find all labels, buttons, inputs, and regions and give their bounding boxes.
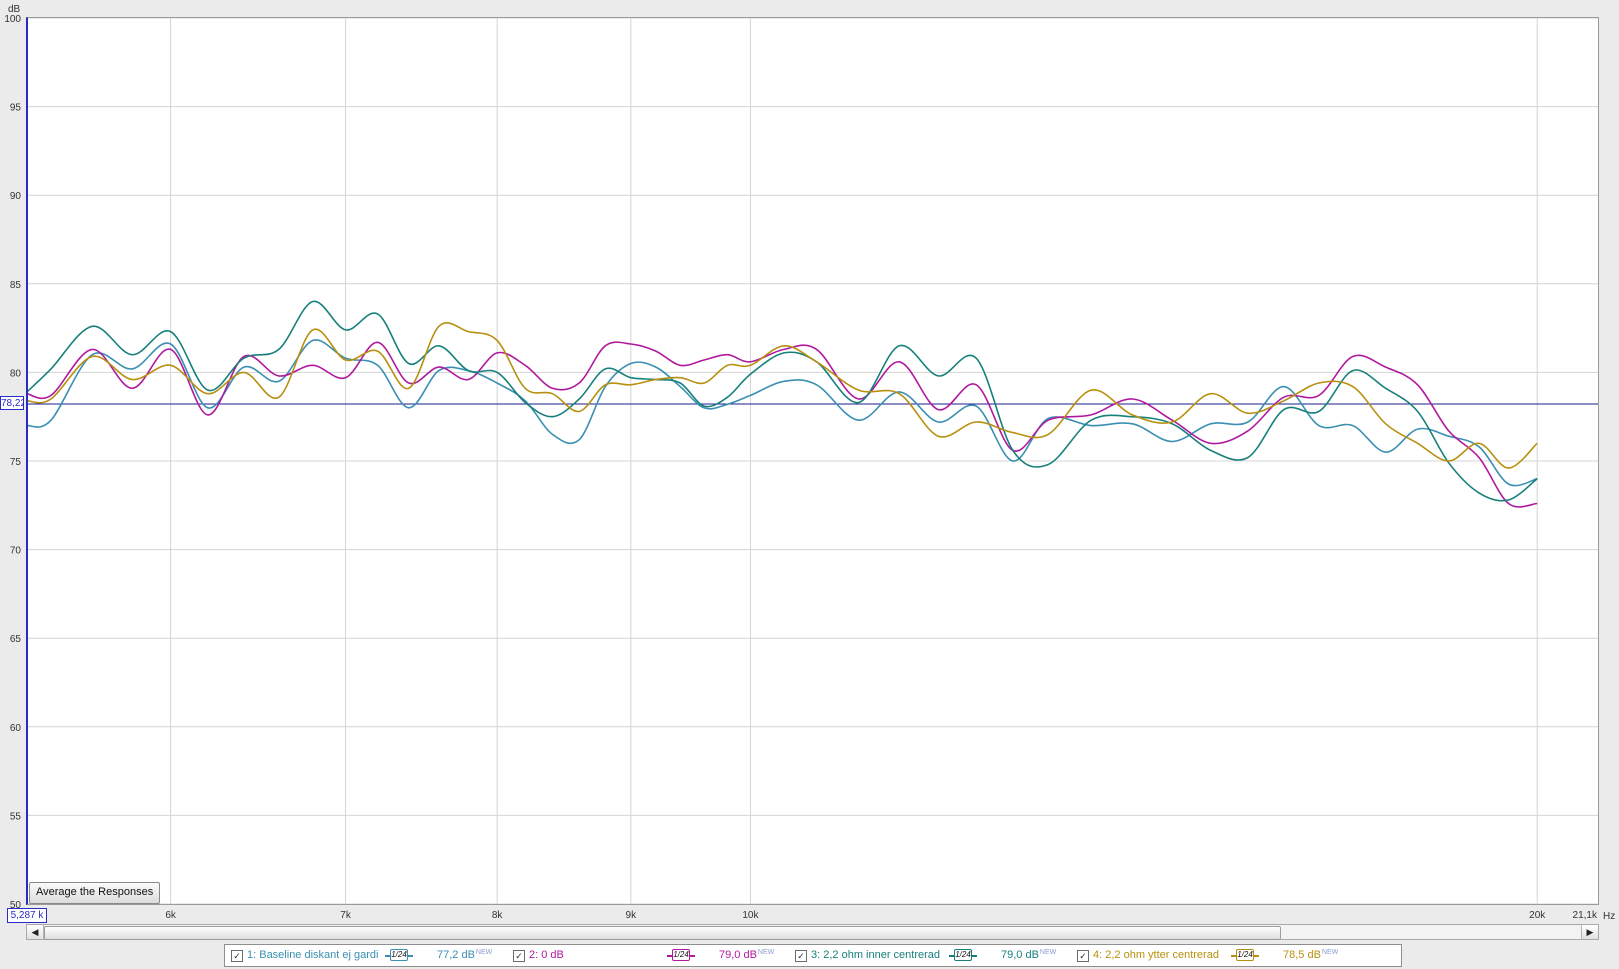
legend-new-tag: NEW — [1321, 949, 1339, 956]
smoothing-label: 1/24 — [390, 949, 408, 961]
x-tick-label: 8k — [492, 910, 504, 921]
x-axis-unit-label: Hz — [1603, 911, 1615, 922]
smoothing-label: 1/24 — [672, 949, 690, 961]
x-tick-label: 6k — [165, 910, 177, 921]
measurement-legend: ✓ 1: Baseline diskant ej gardi 1/24 77,2… — [224, 944, 1402, 967]
x-tick-label: 7k — [340, 910, 352, 921]
legend-new-tag: NEW — [475, 949, 493, 956]
legend-item[interactable]: ✓ 3: 2,2 ohm inner centrerad 1/24 79,0 d… — [789, 945, 1079, 966]
legend-checkbox[interactable]: ✓ — [1077, 950, 1089, 962]
y-tick-label: 85 — [10, 280, 22, 291]
y-tick-label: 95 — [10, 103, 22, 114]
legend-level-value: 79,0 dB — [1001, 949, 1039, 961]
y-tick-label: 75 — [10, 457, 22, 468]
smoothing-icon[interactable]: 1/24 — [949, 949, 977, 961]
y-tick-label: 65 — [10, 634, 22, 645]
x-tick-label: 21,1k — [1573, 910, 1598, 921]
legend-item[interactable]: ✓ 4: 2,2 ohm ytter centrerad 1/24 78,5 d… — [1071, 945, 1361, 966]
smoothing-label: 1/24 — [1236, 949, 1254, 961]
legend-level-value: 79,0 dB — [719, 949, 757, 961]
legend-level: 77,2 dBNEW — [437, 949, 492, 961]
smoothing-icon[interactable]: 1/24 — [667, 949, 695, 961]
legend-name: 1: Baseline diskant ej gardi — [247, 949, 379, 961]
y-tick-label: 70 — [10, 546, 22, 557]
y-tick-label: 80 — [10, 368, 22, 379]
legend-level-value: 77,2 dB — [437, 949, 475, 961]
legend-level: 79,0 dBNEW — [1001, 949, 1056, 961]
legend-item[interactable]: ✓ 1: Baseline diskant ej gardi 1/24 77,2… — [225, 945, 515, 966]
legend-level: 79,0 dBNEW — [719, 949, 774, 961]
cursor-frequency-readout: 5,287 k — [7, 908, 47, 923]
legend-new-tag: NEW — [1039, 949, 1057, 956]
y-tick-label: 55 — [10, 811, 22, 822]
x-tick-label: 20k — [1529, 910, 1546, 921]
average-responses-button[interactable]: Average the Responses — [29, 882, 161, 904]
legend-name: 4: 2,2 ohm ytter centrerad — [1093, 949, 1219, 961]
scroll-left-arrow-icon[interactable]: ◀ — [27, 925, 44, 939]
x-tick-label: 10k — [742, 910, 759, 921]
legend-item[interactable]: ✓ 2: 0 dB 1/24 79,0 dBNEW — [507, 945, 797, 966]
legend-new-tag: NEW — [757, 949, 775, 956]
smoothing-icon[interactable]: 1/24 — [385, 949, 413, 961]
legend-checkbox[interactable]: ✓ — [231, 950, 243, 962]
y-tick-label: 60 — [10, 723, 22, 734]
y-tick-label: 90 — [10, 191, 22, 202]
legend-checkbox[interactable]: ✓ — [513, 950, 525, 962]
horizontal-scrollbar[interactable]: ◀ ▶ — [26, 924, 1599, 940]
x-tick-label: 9k — [626, 910, 638, 921]
smoothing-icon[interactable]: 1/24 — [1231, 949, 1259, 961]
smoothing-label: 1/24 — [954, 949, 972, 961]
cursor-level-readout: 78,22 — [0, 396, 24, 410]
scroll-right-arrow-icon[interactable]: ▶ — [1581, 925, 1598, 939]
legend-level-value: 78,5 dB — [1283, 949, 1321, 961]
legend-level: 78,5 dBNEW — [1283, 949, 1338, 961]
y-tick-label: 100 — [4, 14, 21, 25]
legend-checkbox[interactable]: ✓ — [795, 950, 807, 962]
legend-name: 3: 2,2 ohm inner centrerad — [811, 949, 941, 961]
scrollbar-thumb[interactable] — [44, 926, 1281, 940]
legend-name: 2: 0 dB — [529, 949, 564, 961]
plot-area[interactable] — [26, 17, 1599, 905]
